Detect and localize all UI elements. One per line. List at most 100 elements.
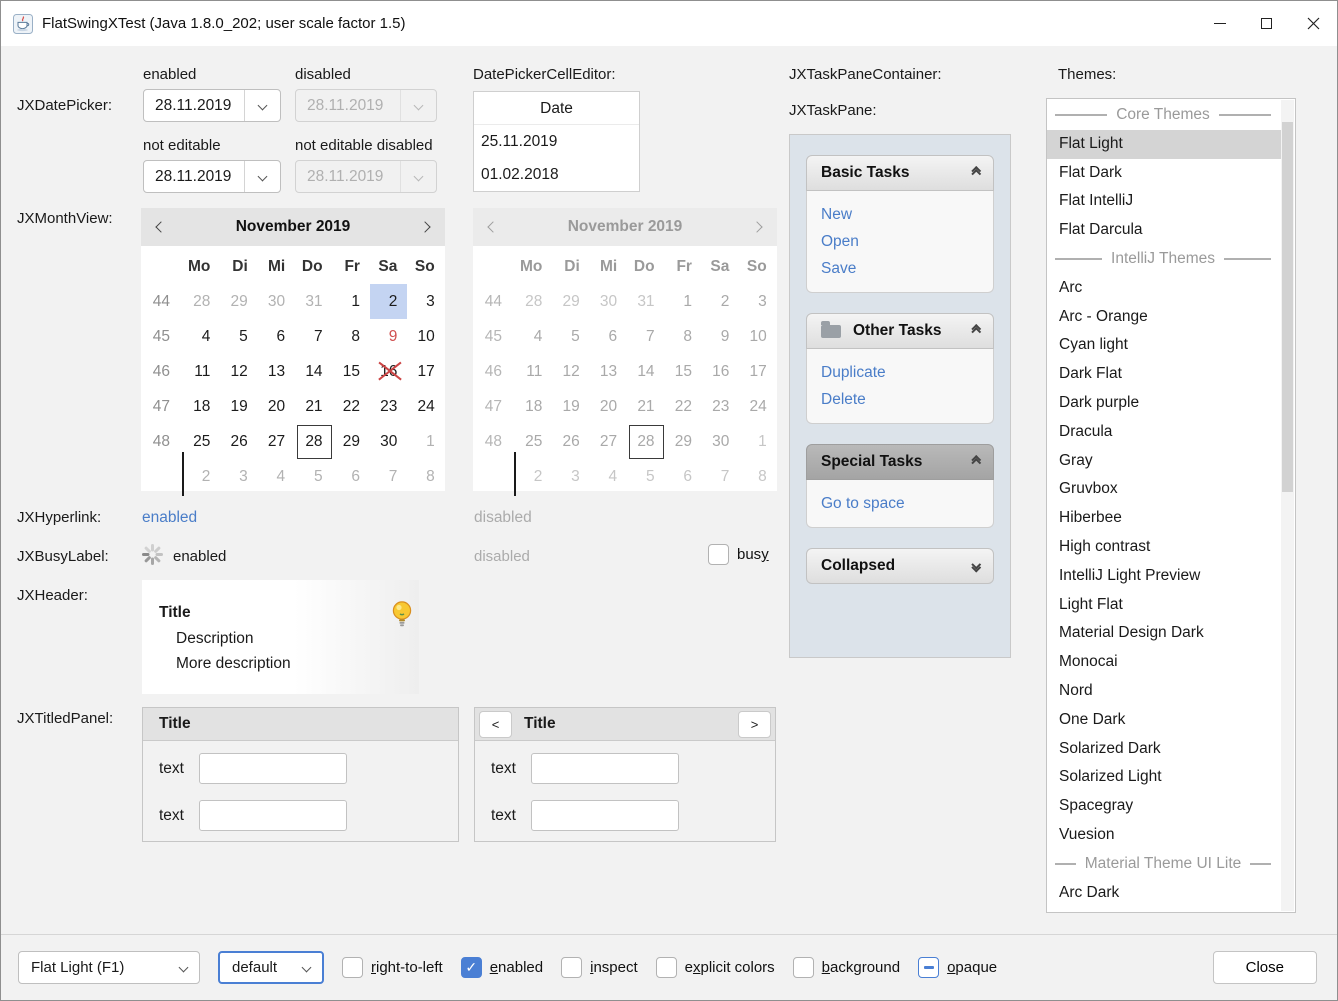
next-nav-button[interactable]: > [738,711,771,738]
day-cell[interactable]: 6 [258,319,295,354]
day-cell[interactable]: 28 [183,284,220,319]
theme-item[interactable]: High contrast [1047,533,1281,562]
checkbox-right-to-left[interactable]: right-to-left [342,957,443,978]
theme-item[interactable]: One Dark [1047,706,1281,735]
day-cell[interactable]: 3 [407,284,444,319]
theme-item[interactable]: Gray [1047,447,1281,476]
theme-item[interactable]: Dark Flat [1047,360,1281,389]
theme-item[interactable]: Light Flat [1047,591,1281,620]
day-cell[interactable]: 27 [258,424,295,459]
theme-item[interactable]: Vuesion [1047,821,1281,850]
day-cell[interactable]: 20 [258,389,295,424]
theme-item[interactable]: Material Design Dark [1047,619,1281,648]
day-cell[interactable]: 26 [220,424,257,459]
minimize-button[interactable] [1196,1,1243,46]
taskpane-action[interactable]: Duplicate [821,363,979,382]
day-cell[interactable]: 15 [333,354,370,389]
theme-item[interactable]: Flat Dark [1047,159,1281,188]
prev-nav-button[interactable]: < [479,711,512,738]
day-cell[interactable]: 3 [220,459,257,494]
day-cell[interactable]: 14 [295,354,332,389]
day-cell[interactable]: 11 [183,354,220,389]
maximize-button[interactable] [1243,1,1290,46]
day-cell[interactable]: 13 [258,354,295,389]
day-cell[interactable]: 29 [220,284,257,319]
day-cell[interactable]: 7 [370,459,407,494]
theme-item[interactable]: Arc Dark [1047,879,1281,908]
day-cell[interactable]: 1 [333,284,370,319]
day-cell[interactable]: 30 [370,424,407,459]
next-month-button[interactable] [421,223,429,231]
close-button[interactable]: Close [1213,951,1317,984]
day-cell[interactable]: 18 [183,389,220,424]
theme-item[interactable]: Hiberbee [1047,504,1281,533]
hyperlink-enabled[interactable]: enabled [142,509,197,527]
day-cell[interactable]: 12 [220,354,257,389]
theme-item[interactable]: Cyan light [1047,331,1281,360]
scrollbar-thumb[interactable] [1282,122,1293,492]
theme-item[interactable]: Spacegray [1047,792,1281,821]
day-cell[interactable]: 24 [407,389,444,424]
theme-item[interactable]: Flat IntelliJ [1047,187,1281,216]
close-window-button[interactable] [1290,1,1337,46]
table-row[interactable]: 01.02.2018 [474,158,639,191]
monthview-enabled[interactable]: November 2019MoDiMiDoFrSaSo4428293031123… [141,208,445,491]
day-cell[interactable]: 17 [407,354,444,389]
taskpane-header[interactable]: Other Tasks [806,313,994,349]
day-cell[interactable]: 23 [370,389,407,424]
datepicker-enabled[interactable]: 28.11.2019 [143,89,281,122]
day-cell[interactable]: 10 [407,319,444,354]
themes-list[interactable]: Core ThemesFlat LightFlat DarkFlat Intel… [1046,98,1296,913]
checkbox-opaque[interactable]: opaque [918,957,997,978]
scrollbar-track[interactable] [1281,100,1294,911]
taskpane-action[interactable]: New [821,205,979,224]
prev-month-button[interactable] [157,223,165,231]
taskpane-header[interactable]: Special Tasks [806,444,994,480]
day-cell[interactable]: 16 [370,354,407,389]
theme-item[interactable]: Flat Light [1047,130,1281,159]
theme-item[interactable]: Monocai [1047,648,1281,677]
theme-item[interactable]: Gruvbox [1047,475,1281,504]
day-cell[interactable]: 22 [333,389,370,424]
theme-item[interactable]: IntelliJ Light Preview [1047,562,1281,591]
datepicker-dropdown-button[interactable] [244,161,280,192]
theme-item[interactable]: Arc [1047,274,1281,303]
checkbox-explicit-colors[interactable]: explicit colors [656,957,775,978]
text-field[interactable] [531,800,679,831]
taskpane-header[interactable]: Collapsed [806,548,994,584]
day-cell[interactable]: 6 [333,459,370,494]
datepicker-not-editable[interactable]: 28.11.2019 [143,160,281,193]
day-cell[interactable]: 21 [295,389,332,424]
theme-item[interactable]: Dracula [1047,418,1281,447]
font-size-select[interactable]: default [218,951,324,984]
theme-item[interactable]: Dark purple [1047,389,1281,418]
day-cell[interactable]: 5 [295,459,332,494]
taskpane-action[interactable]: Delete [821,390,979,409]
checkbox-background[interactable]: background [793,957,900,978]
day-cell[interactable]: 25 [183,424,220,459]
day-cell[interactable]: 9 [370,319,407,354]
theme-item[interactable]: Solarized Dark [1047,735,1281,764]
text-field[interactable] [199,753,347,784]
theme-item[interactable]: Flat Darcula [1047,216,1281,245]
datepicker-dropdown-button[interactable] [244,90,280,121]
table-row[interactable]: 25.11.2019 [474,125,639,158]
taskpane-action[interactable]: Save [821,259,979,278]
text-field[interactable] [199,800,347,831]
day-cell[interactable]: 1 [407,424,444,459]
day-cell[interactable]: 29 [333,424,370,459]
text-field[interactable] [531,753,679,784]
taskpane-header[interactable]: Basic Tasks [806,155,994,191]
day-cell[interactable]: 5 [220,319,257,354]
theme-item[interactable]: Arc - Orange [1047,303,1281,332]
taskpane-action[interactable]: Go to space [821,494,979,513]
theme-item[interactable]: Solarized Light [1047,763,1281,792]
day-cell[interactable]: 8 [333,319,370,354]
day-cell[interactable]: 28 [295,424,332,459]
checkbox-busy[interactable]: busy [708,544,769,565]
day-cell[interactable]: 19 [220,389,257,424]
checkbox-enabled[interactable]: ✓enabled [461,957,543,978]
day-cell[interactable]: 7 [295,319,332,354]
theme-select[interactable]: Flat Light (F1) [18,951,200,984]
day-cell[interactable]: 31 [295,284,332,319]
